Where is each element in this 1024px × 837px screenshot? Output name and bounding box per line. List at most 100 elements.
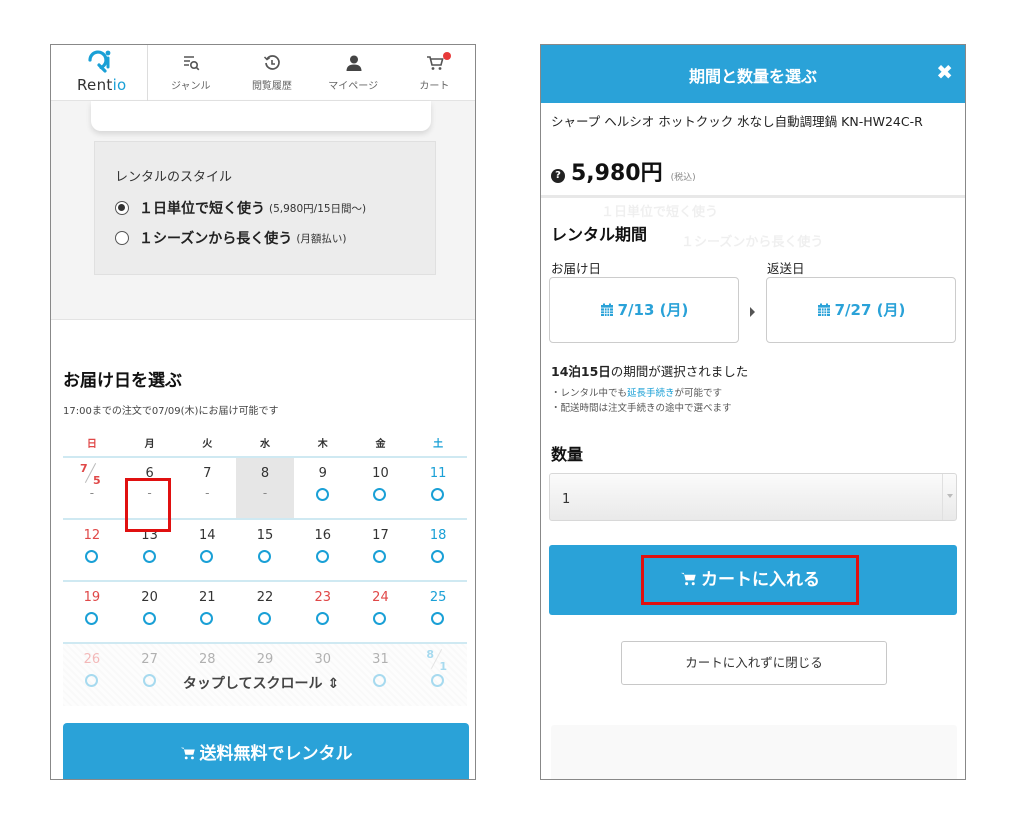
available-circle-icon: [142, 674, 156, 687]
available-circle-icon: [200, 550, 214, 563]
calendar-day[interactable]: 18: [409, 520, 467, 580]
cart-icon: [426, 55, 444, 70]
calendar-icon: [817, 303, 830, 316]
calendar-day[interactable]: 20: [121, 582, 179, 642]
background-bleed-button: [551, 725, 957, 779]
calendar-day[interactable]: 17: [352, 520, 410, 580]
radio-short-term[interactable]: １日単位で短く使う (5,980円/15日間〜): [115, 198, 366, 218]
tax-note: (税込): [670, 173, 696, 183]
calendar-day[interactable]: 19: [63, 582, 121, 642]
help-icon[interactable]: ?: [551, 169, 565, 183]
price: 5,980円: [571, 161, 663, 186]
rentio-logo[interactable]: Rentio: [51, 45, 149, 101]
weekday-tue: 火: [202, 438, 213, 450]
arrow-right-icon: [750, 307, 755, 317]
rentio-logo-mark: [88, 50, 111, 73]
calendar-day[interactable]: 25: [409, 582, 467, 642]
selected-date-highlight: [125, 478, 171, 532]
add-to-cart-highlight: カートに入れる: [641, 555, 859, 605]
calendar-day: 81: [409, 644, 467, 706]
delivery-time-note: ・配送時間は注文手続きの途中で選べます: [551, 403, 732, 414]
calendar-day[interactable]: 22: [236, 582, 294, 642]
radio-short-term-note: (5,980円/15日間〜): [269, 202, 367, 215]
calendar-week-row: 75 - 6- 7- 8- 9 10 11: [63, 458, 467, 520]
modal-title: 期間と数量を選ぶ: [688, 67, 817, 86]
weekday-fri: 金: [375, 438, 386, 450]
radio-unselected-icon[interactable]: [115, 231, 129, 245]
tap-to-scroll-hint[interactable]: タップしてスクロール ⇕: [161, 673, 361, 693]
calendar-day-today: 8-: [236, 458, 294, 518]
quantity-title: 数量: [551, 445, 584, 464]
calendar-day: 75 -: [63, 458, 121, 518]
radio-season[interactable]: １シーズンから長く使う (月額払い): [115, 228, 347, 248]
calendar-day[interactable]: 11: [409, 458, 467, 518]
available-circle-icon: [84, 612, 98, 625]
close-without-cart-button[interactable]: カートに入れずに閉じる: [621, 641, 887, 685]
available-circle-icon: [200, 612, 214, 625]
weekday-mon: 月: [144, 438, 155, 450]
month-start-fraction: 75: [80, 462, 101, 487]
weekday-wed: 水: [260, 438, 271, 450]
close-icon[interactable]: ✖: [936, 60, 953, 84]
delivery-title: お届け日を選ぶ: [63, 371, 182, 391]
weekday-sat: 土: [433, 438, 444, 450]
radio-short-term-label: １日単位で短く使う: [139, 201, 265, 217]
background-bleed-text: １シーズンから長く使う: [681, 235, 824, 250]
rental-period-title: レンタル期間: [551, 225, 648, 244]
quantity-select[interactable]: 1: [549, 473, 957, 521]
available-circle-icon: [315, 550, 329, 563]
cart-icon: [180, 747, 195, 760]
calendar-day[interactable]: 21: [178, 582, 236, 642]
nav-history-label: 閲覧履歴: [251, 80, 292, 92]
calendar-day[interactable]: 15: [236, 520, 294, 580]
delivery-section: お届け日を選ぶ 17:00までの注文で07/09(木)にお届け可能です 日 月 …: [51, 319, 475, 779]
divider: [541, 195, 965, 198]
cart-icon: [680, 572, 696, 586]
available-circle-icon: [84, 550, 98, 563]
calendar-day[interactable]: 12: [63, 520, 121, 580]
available-circle-icon: [373, 674, 387, 687]
available-circle-icon: [258, 612, 272, 625]
calendar-day-holiday[interactable]: 23: [294, 582, 352, 642]
available-circle-icon: [315, 612, 329, 625]
month-start-fraction: 81: [426, 648, 447, 673]
rental-page-screen: Rentio ジャンル 閲覧履歴 マイページ カート レンタルのスタイル １日単…: [50, 44, 476, 780]
deliver-date-value: 7/13 (月): [617, 301, 689, 319]
calendar-day-holiday[interactable]: 24: [352, 582, 410, 642]
modal-header: 期間と数量を選ぶ ✖: [541, 45, 965, 103]
calendar-day[interactable]: 16: [294, 520, 352, 580]
nav-genre-label: ジャンル: [170, 80, 211, 92]
rental-style-box: レンタルのスタイル １日単位で短く使う (5,980円/15日間〜) １シーズン…: [94, 141, 436, 275]
price-row: ? 5,980円 (税込): [551, 155, 696, 187]
weekday-thu: 木: [317, 438, 328, 450]
extension-note: ・レンタル中でも延長手続きが可能です: [551, 388, 723, 399]
nav-cart-label: カート: [419, 80, 450, 92]
weekday-sun: 日: [86, 438, 97, 450]
calendar-day[interactable]: 10: [352, 458, 410, 518]
free-shipping-rent-button[interactable]: 送料無料でレンタル: [63, 723, 469, 779]
add-to-cart-button[interactable]: カートに入れる: [549, 545, 957, 615]
calendar-day: 7-: [203, 466, 212, 500]
available-circle-icon: [431, 488, 445, 501]
background-bleed-text: １日単位で短く使う: [601, 205, 719, 220]
calendar-day[interactable]: 9: [294, 458, 352, 518]
calendar-weekday-header: 日 月 火 水 木 金 土: [63, 428, 467, 458]
period-quantity-modal: 期間と数量を選ぶ ✖ シャープ ヘルシオ ホットクック 水なし自動調理鍋 KN-…: [540, 44, 966, 780]
available-circle-icon: [142, 612, 156, 625]
available-circle-icon: [431, 612, 445, 625]
calendar-week-row: 12 13 14 15 16 17 18: [63, 520, 467, 582]
nav-history[interactable]: 閲覧履歴: [231, 45, 312, 101]
radio-selected-icon[interactable]: [115, 201, 129, 215]
previous-section-card: [91, 101, 431, 131]
return-date-field[interactable]: 7/27 (月): [766, 277, 956, 343]
available-circle-icon: [373, 612, 387, 625]
available-circle-icon: [315, 488, 329, 501]
calendar-day[interactable]: 14: [178, 520, 236, 580]
nav-mypage[interactable]: マイページ: [313, 45, 394, 101]
extension-link[interactable]: 延長手続き: [627, 388, 675, 399]
deliver-date-field[interactable]: 7/13 (月): [549, 277, 739, 343]
nav-cart[interactable]: カート: [394, 45, 475, 101]
return-date-label: 返送日: [767, 261, 805, 276]
nav-genre[interactable]: ジャンル: [150, 45, 231, 101]
rental-style-title: レンタルのスタイル: [115, 170, 233, 185]
